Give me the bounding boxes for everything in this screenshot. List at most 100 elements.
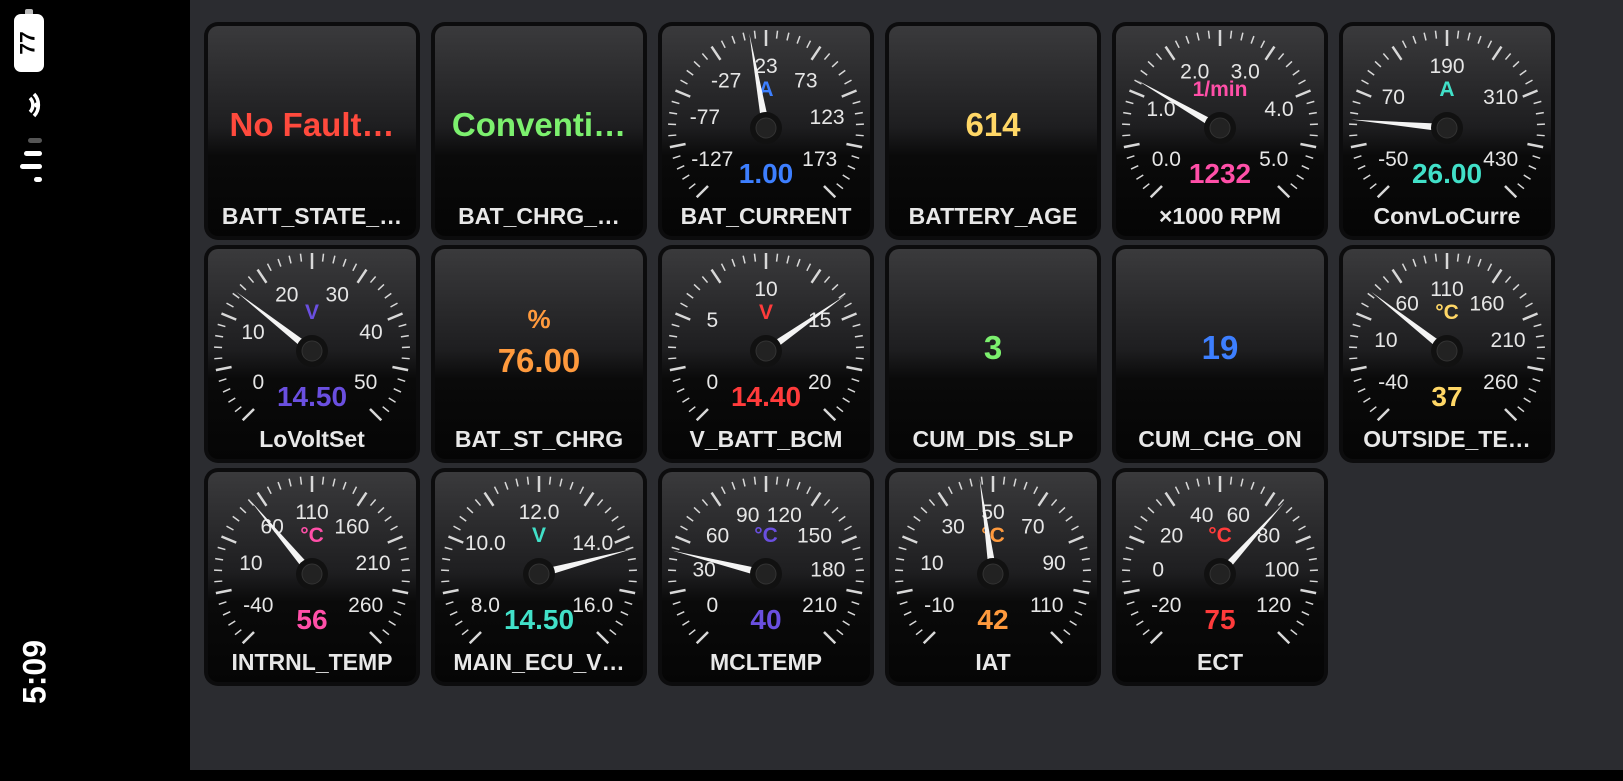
tick-mark [1125,100,1134,105]
tick-mark [1155,498,1163,507]
gauge-unit: °C [1435,301,1459,324]
tick-label: 10 [241,321,264,344]
gauge-tile[interactable]: 0 10 20 30 40 50 V 14.50 LoVoltSet [204,245,420,463]
tick-mark [449,610,458,616]
digital-value: 14.50 [277,381,347,412]
gauge-tile[interactable]: -401060110160210260°C56INTRNL_TEMP [204,468,420,686]
tick-mark [1149,631,1163,645]
digital-value: 75 [1204,604,1235,635]
tick-mark [1456,253,1460,262]
tick-mark [1374,60,1382,68]
gauge-face: -401060110160210260°C56INTRNL_TEMP [208,472,416,682]
tick-mark [676,610,685,616]
gauge-tile[interactable]: -127 -77 -27 23 73 123 173 A 1.00 BAT_CURRENT [658,22,874,240]
tick-label: 160 [1469,293,1504,316]
tick-mark [753,30,757,39]
tick-label: 173 [802,148,837,171]
tick-mark [823,498,831,507]
tick-label: 20 [808,371,831,394]
tick-mark [515,478,519,487]
tick-label: -77 [690,106,720,129]
tick-mark [397,378,406,382]
tick-mark [1155,52,1163,61]
digital-value: 37 [1431,381,1462,412]
gauge-tile[interactable]: -50 70 190 310 430 A 26.00 ConvLoCurre [1339,22,1555,240]
tick-mark [846,365,863,372]
gauge-face: 19 CUM_CHG_ON [1116,249,1324,459]
tick-mark [844,302,852,308]
tick-mark [1002,476,1006,485]
tick-mark [1142,629,1150,636]
gauge-label: BATT_STATE_… [221,203,403,229]
tick-mark [356,491,368,507]
tick-mark [753,253,757,262]
gauge-tile[interactable]: -10 10 30 50 70 90 110 °C 42 IAT [885,468,1101,686]
gauge-tile[interactable]: -20 0 20 40 60 80 100 120 °C 75 ECT [1112,468,1328,686]
tick-mark [928,498,936,507]
tick-label: -27 [711,70,741,93]
gauge-tile[interactable]: 0 5 10 15 20 V 14.40 V_BATT_BCM [658,245,874,463]
gauge-label: ×1000 RPM [1158,203,1282,229]
tick-mark [1434,253,1438,262]
tick-mark [1128,89,1145,98]
tick-mark [1260,486,1266,495]
tick-mark [1264,491,1276,507]
tick-mark [710,45,722,61]
tick-mark [1126,155,1135,159]
tick-mark [453,525,461,531]
tick-label: -10 [924,594,954,617]
tick-label: 0 [252,371,264,394]
gauge-label: IAT [975,649,1011,675]
tick-mark [847,610,856,616]
tick-mark [393,610,402,616]
tick-mark [831,283,839,291]
digital-value: 40 [750,604,781,635]
tick-mark [352,486,358,495]
tick-label: 16.0 [572,594,613,617]
tick-mark [493,486,499,495]
tick-label: 50 [354,371,377,394]
gauge-tile[interactable]: % 76.00 BAT_ST_CHRG [431,245,647,463]
tick-mark [1369,183,1377,190]
tick-mark [1382,52,1390,61]
gauge-label: MAIN_ECU_V… [453,649,625,675]
gauge-tile[interactable]: Conventi… BAT_CHRG_… [431,22,647,240]
gauge-tile[interactable]: -40 10 60 110 160 210 260 °C 37 OUTSIDE_TE… [1339,245,1555,463]
tick-label: 210 [802,594,837,617]
tick-mark [627,557,636,561]
tick-label: -50 [1378,148,1408,171]
tick-mark [377,283,385,291]
tick-mark [288,478,292,487]
gauge-label: ECT [1197,649,1243,675]
tick-mark [441,580,450,583]
tick-mark [695,185,709,199]
tick-mark [226,302,234,308]
tick-mark [1277,52,1285,61]
gauge-face: 0 30 60 90 120 150 180 210 °C 40 MCLTEMP [662,472,870,682]
tick-mark [796,35,801,44]
gauge-tile[interactable]: No Fault… BATT_STATE_… [204,22,420,240]
gauge-tile[interactable]: 8.0 10.0 12.0 14.0 16.0 V 14.50 MAIN_ECU_V… [431,468,647,686]
tick-mark [669,111,678,115]
tick-mark [669,334,678,338]
tick-mark [1512,60,1520,68]
tick-mark [444,546,453,551]
gauge-tile[interactable]: 3 CUM_DIS_SLP [885,245,1101,463]
gauge-tile[interactable]: 19 CUM_CHG_ON [1112,245,1328,463]
gauge-tile[interactable]: 0.0 1.0 2.0 3.0 4.0 5.0 1/min 1232 ×1000 RPM [1112,22,1328,240]
tick-mark [674,312,691,321]
tick-mark [896,557,905,561]
tick-mark [903,610,912,616]
tick-mark [686,515,694,522]
tick-mark [907,525,915,531]
tick-mark [669,588,686,595]
tick-mark [1300,142,1317,149]
tick-label: 70 [1021,516,1044,539]
tick-mark [682,620,690,626]
gauge-tile[interactable]: 614 BATTERY_AGE [885,22,1101,240]
tick-label: 20 [1160,524,1183,547]
tick-mark [1353,155,1362,159]
gauge-tile[interactable]: 0 30 60 90 120 150 180 210 °C 40 MCLTEMP [658,468,874,686]
tick-label: 110 [1030,594,1063,617]
tick-mark [1123,557,1132,561]
